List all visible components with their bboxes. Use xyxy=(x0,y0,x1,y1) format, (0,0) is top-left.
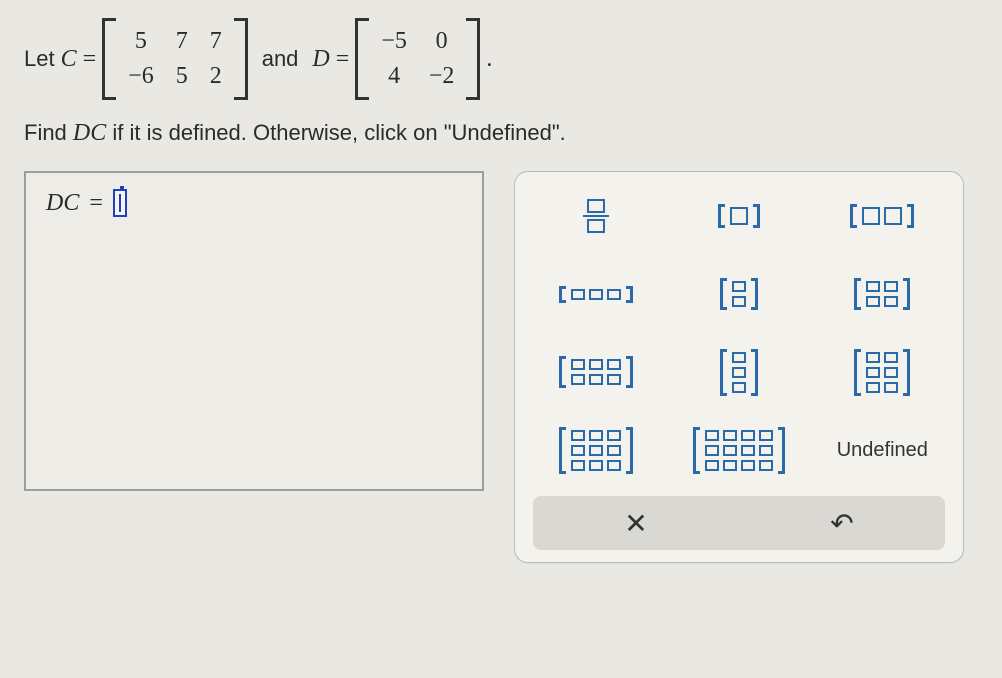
problem-definition: Let C = 5 7 7 −6 5 2 and D = −5 0 4 −2 . xyxy=(24,18,978,100)
undefined-button[interactable]: Undefined xyxy=(827,420,937,480)
matrix-1x1-button[interactable] xyxy=(684,186,794,246)
matrix-C-cell: 7 xyxy=(176,28,188,55)
matrix-3x3-button[interactable] xyxy=(541,420,651,480)
matrix-C-cell: −6 xyxy=(128,63,154,90)
matrix-C-cell: 2 xyxy=(210,63,222,90)
and-label: and xyxy=(262,46,299,72)
palette-toolbar: ✕ ↶ xyxy=(533,496,945,550)
fraction-button[interactable] xyxy=(541,186,651,246)
period: . xyxy=(486,46,492,73)
equals-2: = xyxy=(336,46,350,73)
answer-area[interactable]: DC = xyxy=(24,171,484,491)
matrix-3x1-button[interactable] xyxy=(684,342,794,402)
matrix-D-cell: −2 xyxy=(429,63,455,90)
instruction-post: if it is defined. Otherwise, click on "U… xyxy=(106,120,566,145)
matrix-D: −5 0 4 −2 xyxy=(355,18,480,100)
matrix-2x3-button[interactable] xyxy=(541,342,651,402)
matrix-C-cell: 5 xyxy=(128,28,154,55)
input-palette: Undefined ✕ ↶ xyxy=(514,171,964,563)
instruction-text: Find DC if it is defined. Otherwise, cli… xyxy=(24,120,978,147)
matrix-2x1-button[interactable] xyxy=(684,264,794,324)
answer-label: DC xyxy=(46,190,79,217)
instruction-target: DC xyxy=(73,120,106,146)
matrix-1x2-button[interactable] xyxy=(827,186,937,246)
matrix-3x4-button[interactable] xyxy=(684,420,794,480)
matrix-1x3-button[interactable] xyxy=(541,264,651,324)
matrix-3x2-button[interactable] xyxy=(827,342,937,402)
matrix-D-cell: 0 xyxy=(429,28,455,55)
answer-input[interactable] xyxy=(113,189,127,217)
answer-equals: = xyxy=(89,190,103,217)
undo-icon: ↶ xyxy=(830,507,853,540)
matrix-2x2-button[interactable] xyxy=(827,264,937,324)
matrix-D-cell: −5 xyxy=(381,28,407,55)
equals-1: = xyxy=(83,46,97,73)
let-label: Let xyxy=(24,46,55,72)
clear-button[interactable]: ✕ xyxy=(537,496,735,550)
var-C: C xyxy=(61,46,77,73)
matrix-C-cell: 7 xyxy=(210,28,222,55)
var-D: D xyxy=(312,46,329,73)
undo-button[interactable]: ↶ xyxy=(743,496,941,550)
matrix-D-cell: 4 xyxy=(381,63,407,90)
matrix-C-cell: 5 xyxy=(176,63,188,90)
instruction-pre: Find xyxy=(24,120,73,145)
x-icon: ✕ xyxy=(624,507,647,540)
matrix-C: 5 7 7 −6 5 2 xyxy=(102,18,248,100)
